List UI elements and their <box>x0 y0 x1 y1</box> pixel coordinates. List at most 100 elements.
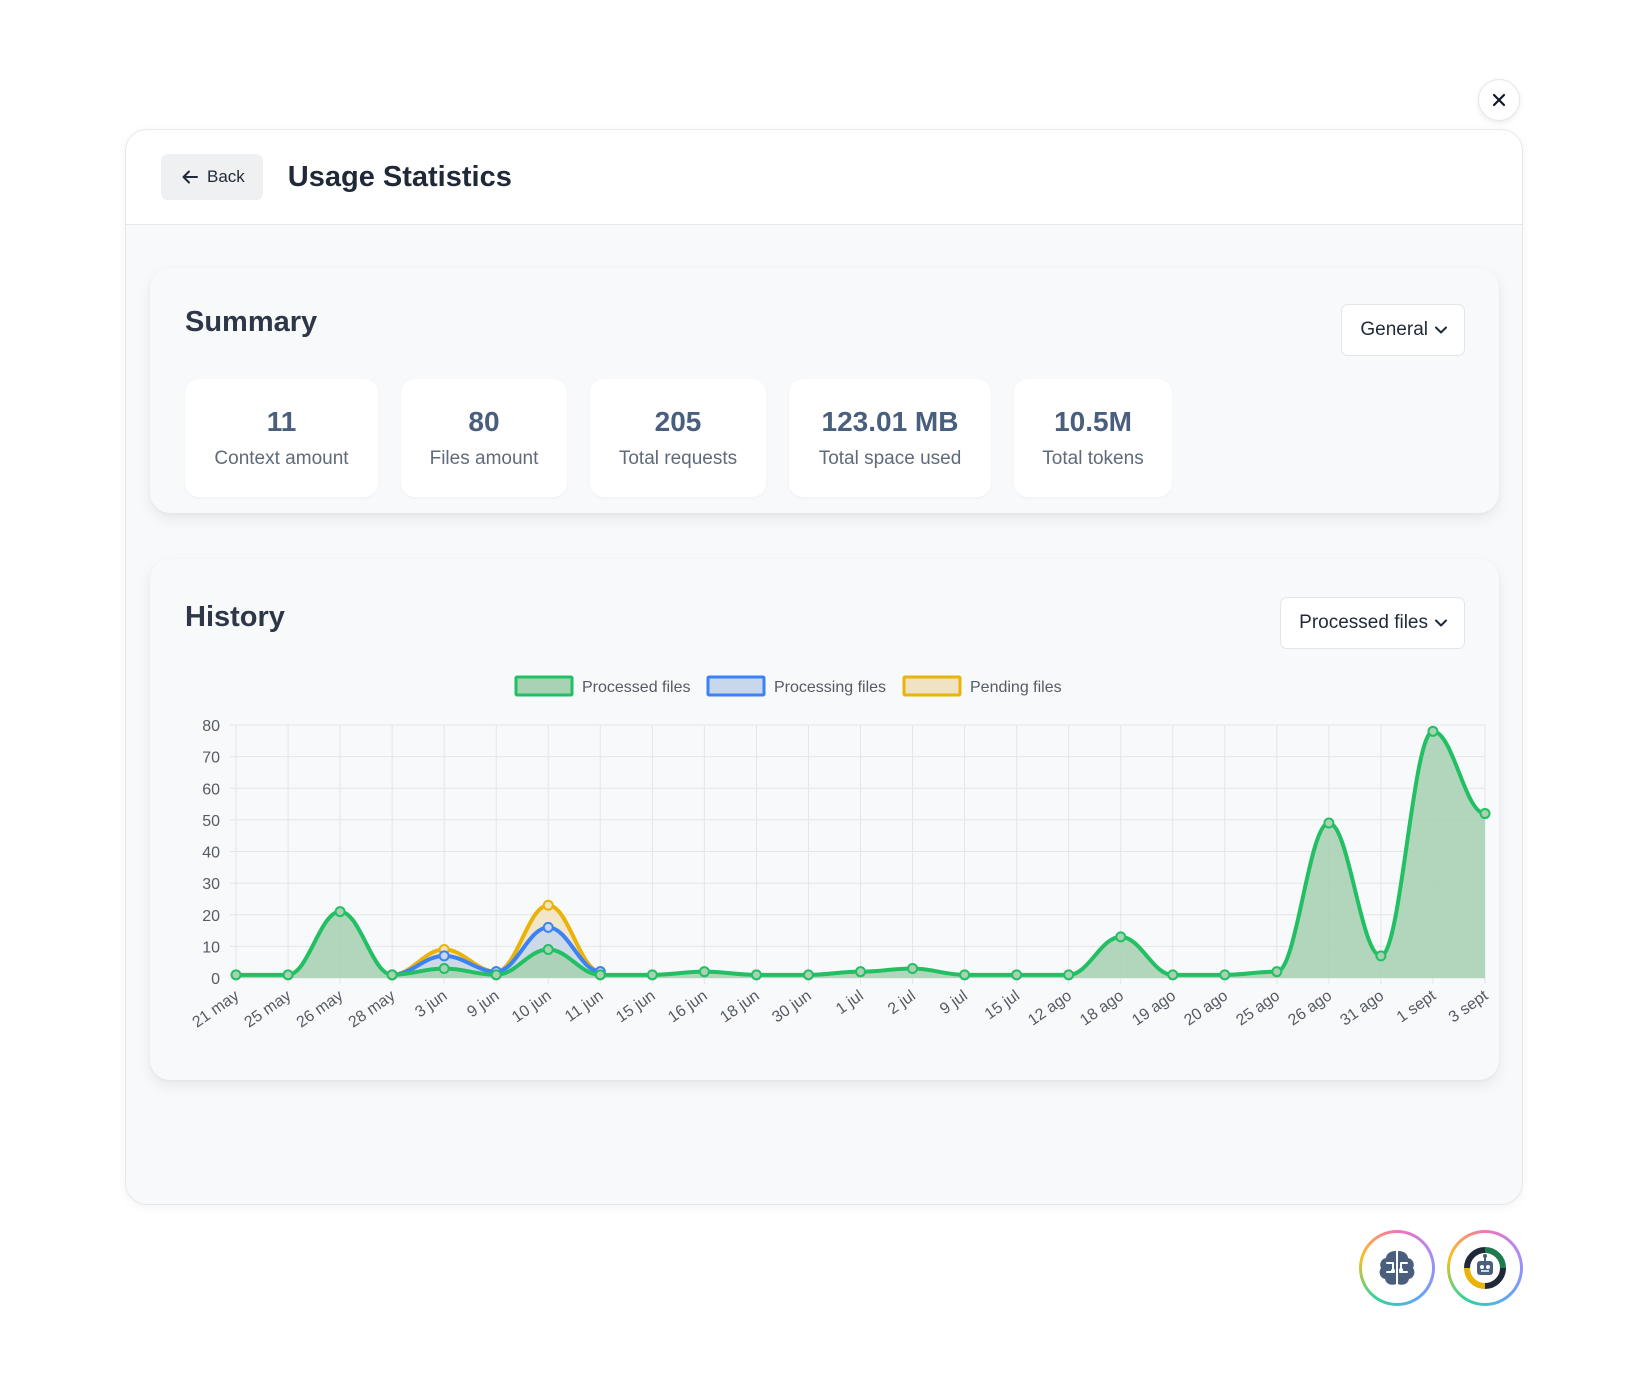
x-tick-label: 9 jul <box>937 987 971 1018</box>
x-tick-label: 15 jul <box>982 987 1023 1023</box>
y-tick-label: 70 <box>202 750 220 767</box>
x-tick-label: 10 jun <box>509 987 554 1026</box>
y-tick-label: 0 <box>211 971 220 988</box>
data-point <box>802 969 814 981</box>
x-tick-label: 18 jun <box>717 987 762 1026</box>
stat-label: Total space used <box>818 448 962 469</box>
summary-filter-dropdown[interactable]: General <box>1341 304 1465 356</box>
data-point <box>282 969 294 981</box>
chevron-down-icon <box>1435 326 1447 334</box>
x-tick-label: 11 jun <box>562 987 606 1025</box>
data-point <box>438 950 450 962</box>
stat-context-amount: 11 Context amount <box>185 379 378 497</box>
legend-swatch <box>514 675 574 697</box>
data-point <box>698 966 710 978</box>
y-tick-label: 60 <box>202 781 220 798</box>
data-point <box>1271 966 1283 978</box>
data-point <box>438 963 450 975</box>
x-tick-label: 26 may <box>294 987 347 1031</box>
data-point <box>542 899 554 911</box>
y-tick-label: 40 <box>202 845 220 862</box>
y-tick-label: 30 <box>202 876 220 893</box>
x-tick-label: 15 jun <box>613 987 658 1026</box>
data-point <box>334 906 346 918</box>
brain-icon <box>1379 1251 1415 1285</box>
x-tick-label: 25 ago <box>1233 987 1283 1029</box>
y-tick-label: 80 <box>202 718 220 735</box>
data-point <box>1219 969 1231 981</box>
back-button[interactable]: Back <box>161 154 263 200</box>
stat-value: 123.01 MB <box>821 406 959 437</box>
robot-icon <box>1464 1247 1506 1289</box>
data-point <box>490 969 502 981</box>
stats-row: 11 Context amount 80 Files amount 205 To… <box>185 379 1172 497</box>
data-point <box>1479 808 1491 820</box>
data-point <box>750 969 762 981</box>
data-point <box>1167 969 1179 981</box>
data-point <box>386 969 398 981</box>
data-point <box>959 969 971 981</box>
legend-label: Processed files <box>582 679 691 696</box>
data-point <box>1427 725 1439 737</box>
x-tick-label: 2 jul <box>885 987 919 1018</box>
data-point <box>230 969 242 981</box>
summary-title: Summary <box>185 306 318 338</box>
arrow-left-icon <box>182 170 198 184</box>
stat-total-tokens: 10.5M Total tokens <box>1014 379 1172 497</box>
stat-value: 80 <box>468 406 500 437</box>
close-button[interactable] <box>1478 79 1520 121</box>
stat-files-amount: 80 Files amount <box>401 379 567 497</box>
x-tick-label: 1 sept <box>1394 987 1440 1026</box>
stat-value: 205 <box>654 406 702 437</box>
data-point <box>1323 817 1335 829</box>
summary-filter-value: General <box>1360 319 1428 340</box>
history-card: History Processed files 0 10 20 30 40 50 60 70 8… <box>150 559 1499 1080</box>
x-tick-label: 26 ago <box>1285 987 1335 1029</box>
stat-total-space-used: 123.01 MB Total space used <box>789 379 991 497</box>
data-point <box>1011 969 1023 981</box>
x-tick-label: 16 jun <box>665 987 710 1026</box>
x-tick-label: 18 ago <box>1077 987 1127 1029</box>
data-point <box>907 963 919 975</box>
x-tick-label: 19 ago <box>1129 987 1179 1029</box>
x-tick-label: 30 jun <box>769 987 814 1026</box>
usage-statistics-modal: Back Usage Statistics Summary General 11… <box>125 129 1523 1205</box>
data-point <box>1063 969 1075 981</box>
x-tick-label: 12 ago <box>1025 987 1075 1029</box>
legend-label: Processing files <box>774 679 886 696</box>
history-chart: 0 10 20 30 40 50 60 70 80 21 may 25 may 26 may 28 ma… <box>190 675 1492 1031</box>
legend-label: Pending files <box>970 679 1062 696</box>
x-tick-label: 3 jun <box>412 987 450 1021</box>
page-title: Usage Statistics <box>287 160 512 193</box>
y-tick-label: 10 <box>202 939 220 956</box>
stat-value: 10.5M <box>1054 406 1132 437</box>
data-point <box>542 921 554 933</box>
stat-label: Total requests <box>618 448 738 469</box>
bot-assistant-button[interactable] <box>1447 1230 1523 1306</box>
stat-value: 11 <box>266 406 297 437</box>
stat-total-requests: 205 Total requests <box>590 379 766 497</box>
data-point <box>646 969 658 981</box>
summary-card: Summary General 11 Context amount 80 Fil… <box>150 268 1499 513</box>
data-point <box>1115 931 1127 943</box>
data-point <box>855 966 866 978</box>
x-tick-label: 21 may <box>190 987 243 1031</box>
x-tick-label: 3 sept <box>1446 987 1492 1026</box>
data-point <box>1375 950 1387 962</box>
data-point <box>542 944 554 956</box>
stat-label: Context amount <box>214 448 349 469</box>
modal-header: Back Usage Statistics <box>126 130 1522 225</box>
x-tick-label: 1 jul <box>833 987 867 1018</box>
x-tick-label: 20 ago <box>1181 987 1231 1029</box>
y-tick-label: 20 <box>202 908 220 925</box>
legend-swatch <box>706 675 766 697</box>
back-label: Back <box>207 167 245 186</box>
legend-swatch <box>902 675 962 697</box>
brain-assistant-button[interactable] <box>1359 1230 1435 1306</box>
close-icon <box>1492 93 1506 107</box>
x-tick-label: 9 jun <box>464 987 502 1021</box>
x-tick-label: 31 ago <box>1337 987 1387 1029</box>
stat-label: Total tokens <box>1042 448 1144 469</box>
y-tick-label: 50 <box>202 813 220 830</box>
x-tick-label: 25 may <box>242 987 295 1031</box>
